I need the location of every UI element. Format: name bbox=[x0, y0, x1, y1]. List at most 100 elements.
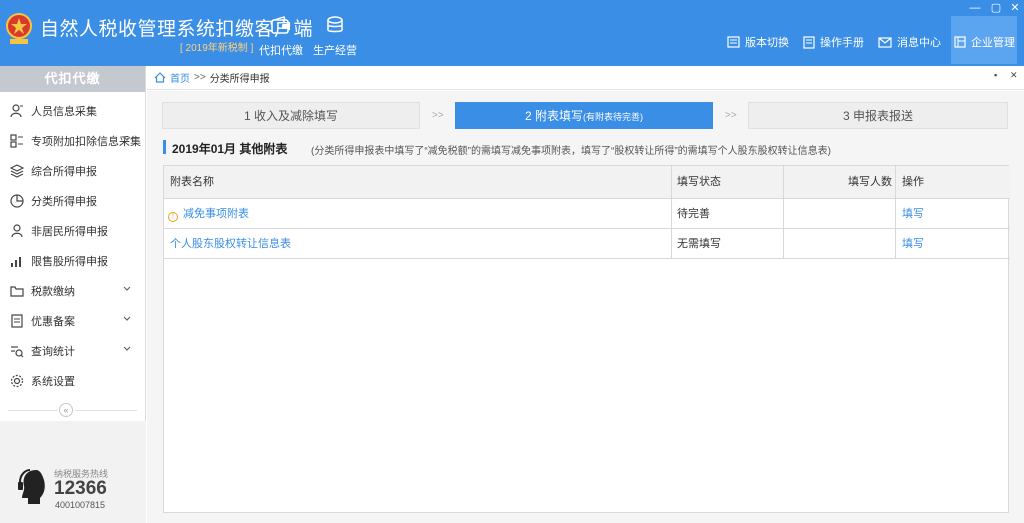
status-cell: 待完善 bbox=[677, 208, 710, 220]
version-icon bbox=[727, 36, 740, 48]
step-submit[interactable]: 3 申报表报送 bbox=[748, 102, 1008, 129]
sidebar-item-special-deduction[interactable]: 专项附加扣除信息采集 bbox=[0, 126, 146, 156]
person-icon bbox=[11, 224, 23, 238]
home-icon bbox=[154, 72, 166, 83]
sidebar-item-query-statistics[interactable]: 查询统计 bbox=[0, 336, 146, 366]
chevron-down-icon bbox=[123, 136, 131, 141]
chevron-down-icon bbox=[123, 346, 131, 351]
app-subtitle: [ 2019年新税制 ] bbox=[180, 43, 254, 54]
step-arrow: >> bbox=[432, 110, 444, 121]
column-header-status: 填写状态 bbox=[677, 176, 721, 188]
schedule-table: 附表名称 填写状态 填写人数 操作 ! 减免事项附表 待完善 填写 个人股东股权转… bbox=[163, 165, 1010, 513]
sidebar-item-comprehensive-income[interactable]: 综合所得申报 bbox=[0, 156, 146, 186]
sidebar: 代扣代缴 人员信息采集 专项附加扣除信息采集 综合所得申报 分类所得申报 非居民… bbox=[0, 66, 146, 523]
close-button[interactable]: ✕ bbox=[1008, 2, 1022, 14]
collapse-sidebar-button[interactable]: « bbox=[59, 403, 73, 417]
layers-icon bbox=[10, 164, 24, 178]
enterprise-management-button[interactable]: 企业管理 bbox=[954, 35, 1015, 49]
nav-withholding-label: 代扣代缴 bbox=[259, 45, 303, 57]
sidebar-item-label: 税款缴纳 bbox=[31, 286, 75, 298]
step-label: 3 申报表报送 bbox=[842, 109, 913, 123]
column-header-action: 操作 bbox=[902, 176, 924, 188]
fill-link[interactable]: 填写 bbox=[902, 199, 924, 229]
divider bbox=[75, 410, 137, 411]
sidebar-item-label: 系统设置 bbox=[31, 376, 75, 388]
breadcrumb-separator: >> bbox=[194, 72, 206, 83]
hotline-number: 12366 bbox=[54, 478, 107, 499]
chevron-down-icon bbox=[123, 286, 131, 291]
nav-withholding[interactable]: 代扣代缴 bbox=[255, 16, 307, 58]
version-switch-button[interactable]: 版本切换 bbox=[727, 35, 789, 49]
schedule-name[interactable]: 减免事项附表 bbox=[183, 208, 249, 220]
section-accent-bar bbox=[163, 140, 166, 154]
status-cell: 无需填写 bbox=[677, 238, 721, 250]
folder-icon bbox=[10, 286, 24, 297]
breadcrumb: 首页 >> 分类所得申报 ▪ ✕ bbox=[147, 66, 1024, 90]
section-title: 2019年01月 其他附表 bbox=[172, 142, 288, 156]
document-icon bbox=[11, 314, 23, 328]
manual-label: 操作手册 bbox=[820, 37, 864, 49]
version-switch-label: 版本切换 bbox=[745, 37, 789, 49]
main-content: 1 收入及减除填写 >> 2 附表填写(有附表待完善) >> 3 申报表报送 2… bbox=[147, 91, 1014, 523]
divider bbox=[8, 410, 58, 411]
sidebar-item-label: 人员信息采集 bbox=[31, 106, 97, 118]
message-center-label: 消息中心 bbox=[897, 37, 941, 49]
pane-restore-button[interactable]: ▪ bbox=[994, 70, 997, 80]
grid-icon bbox=[10, 134, 23, 148]
tax-emblem-icon bbox=[6, 13, 32, 44]
sidebar-item-label: 查询统计 bbox=[31, 346, 75, 358]
coins-icon bbox=[327, 16, 343, 33]
sidebar-item-label: 非居民所得申报 bbox=[31, 226, 108, 238]
minimize-button[interactable]: — bbox=[968, 2, 982, 14]
warning-icon: ! bbox=[168, 212, 178, 222]
sidebar-item-label: 综合所得申报 bbox=[31, 166, 97, 178]
column-divider bbox=[895, 166, 896, 259]
wallet-icon bbox=[271, 16, 290, 34]
enterprise-management-label: 企业管理 bbox=[971, 37, 1015, 49]
message-center-button[interactable]: 消息中心 bbox=[878, 35, 941, 49]
column-divider bbox=[783, 166, 784, 259]
schedule-name[interactable]: 个人股东股权转让信息表 bbox=[170, 229, 291, 259]
pane-close-button[interactable]: ✕ bbox=[1010, 70, 1018, 81]
search-list-icon bbox=[11, 346, 24, 358]
nav-business[interactable]: 生产经营 bbox=[309, 16, 361, 58]
step-note: (有附表待完善) bbox=[583, 112, 643, 122]
sidebar-item-preferential-filing[interactable]: 优惠备案 bbox=[0, 306, 146, 336]
sidebar-item-personnel[interactable]: 人员信息采集 bbox=[0, 96, 146, 126]
pie-icon bbox=[10, 194, 24, 208]
sidebar-item-system-settings[interactable]: 系统设置 bbox=[0, 366, 146, 396]
step-schedule-fill[interactable]: 2 附表填写(有附表待完善) bbox=[455, 102, 713, 129]
sidebar-item-nonresident-income[interactable]: 非居民所得申报 bbox=[0, 216, 146, 246]
mail-icon bbox=[878, 36, 892, 48]
step-label: 1 收入及减除填写 bbox=[243, 109, 338, 123]
service-hotline: 纳税服务热线 12366 4001007815 bbox=[0, 421, 146, 523]
column-header-count: 填写人数 bbox=[848, 176, 892, 188]
bar-chart-icon bbox=[11, 257, 21, 267]
sidebar-item-tax-payment[interactable]: 税款缴纳 bbox=[0, 276, 146, 306]
manual-button[interactable]: 操作手册 bbox=[803, 35, 864, 49]
step-label: 2 附表填写 bbox=[524, 109, 583, 123]
breadcrumb-current: 分类所得申报 bbox=[209, 74, 270, 85]
sidebar-item-classified-income[interactable]: 分类所得申报 bbox=[0, 186, 146, 216]
schedule-name-cell[interactable]: ! 减免事项附表 bbox=[168, 199, 249, 229]
section-note: (分类所得申报表中填写了“减免税额”的需填写减免事项附表，填写了“股权转让所得”… bbox=[311, 146, 831, 157]
nav-business-label: 生产经营 bbox=[313, 45, 357, 57]
step-income-deduction[interactable]: 1 收入及减除填写 bbox=[162, 102, 420, 129]
sidebar-item-label: 分类所得申报 bbox=[31, 196, 97, 208]
restore-button[interactable]: ▢ bbox=[989, 2, 1003, 14]
breadcrumb-home-link[interactable]: 首页 bbox=[170, 70, 190, 85]
step-arrow: >> bbox=[725, 110, 737, 121]
building-icon bbox=[954, 36, 966, 48]
sidebar-title: 代扣代缴 bbox=[0, 66, 145, 92]
manual-icon bbox=[803, 35, 815, 49]
person-add-icon bbox=[10, 104, 23, 118]
sidebar-item-restricted-shares[interactable]: 限售股所得申报 bbox=[0, 246, 146, 276]
scrollbar[interactable] bbox=[1014, 91, 1024, 523]
chevron-down-icon bbox=[123, 316, 131, 321]
fill-link[interactable]: 填写 bbox=[902, 229, 924, 259]
app-header: 自然人税收管理系统扣缴客户端 [ 2019年新税制 ] 代扣代缴 生产经营 — … bbox=[0, 0, 1024, 66]
hotline-headset-icon bbox=[18, 469, 45, 504]
gear-icon bbox=[10, 374, 24, 388]
column-header-name: 附表名称 bbox=[170, 176, 214, 188]
column-divider bbox=[671, 166, 672, 259]
